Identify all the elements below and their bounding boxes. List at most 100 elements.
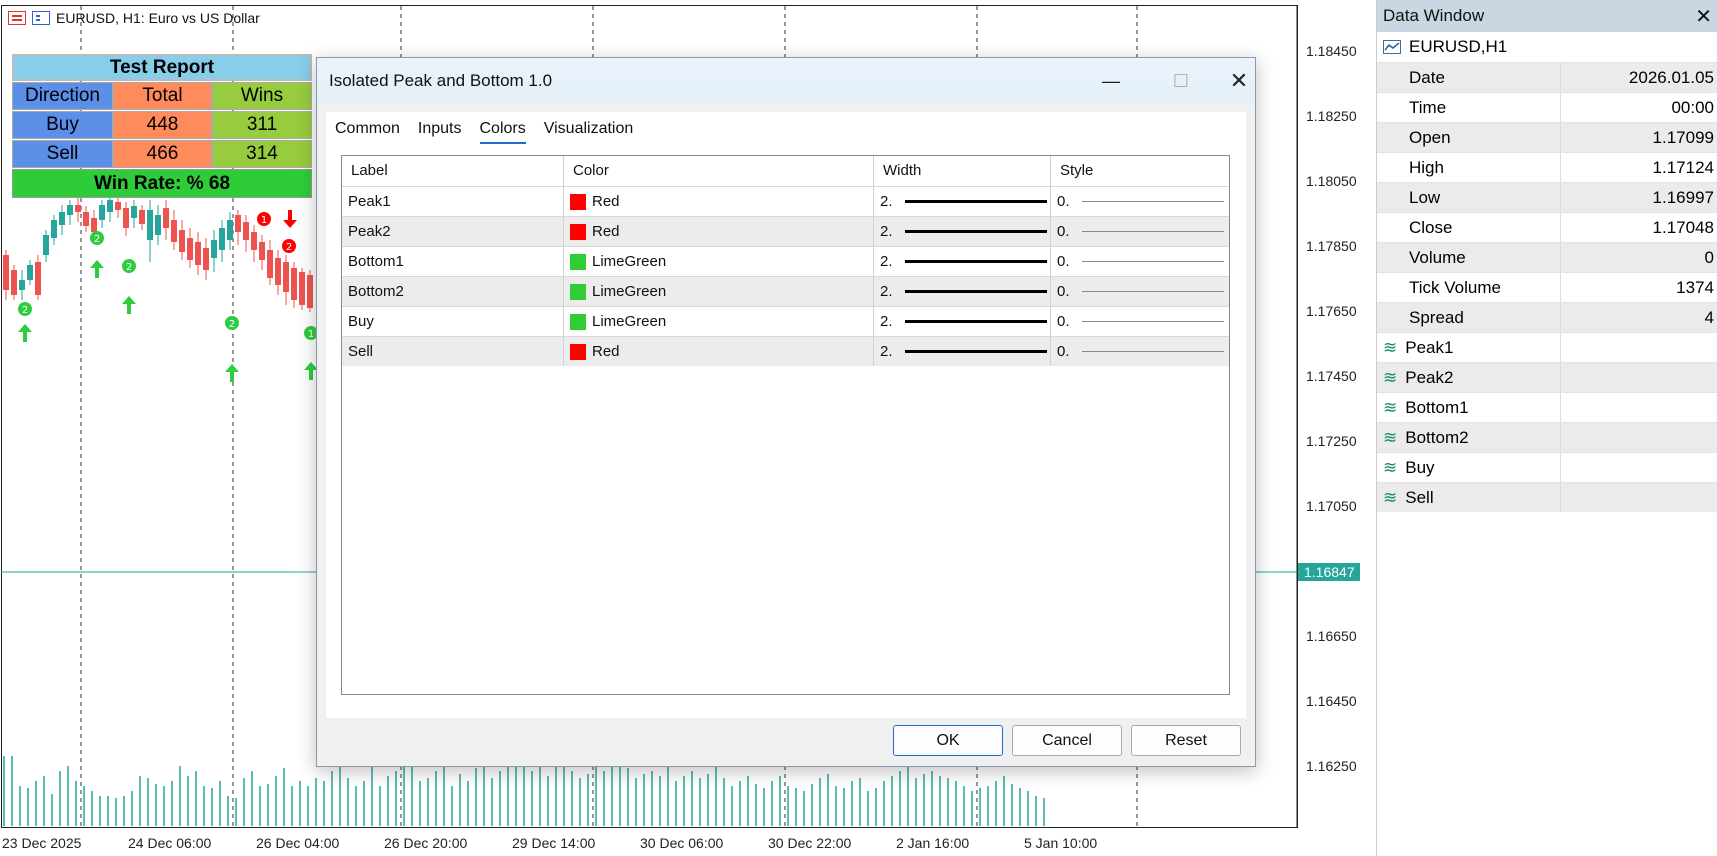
color-picker[interactable]: Red	[564, 337, 874, 366]
maximize-icon: ☐	[1172, 70, 1190, 91]
report-header-total: Total	[113, 82, 212, 110]
dw-value: 1.17124	[1652, 158, 1714, 177]
report-title: Test Report	[12, 54, 312, 81]
marker-label: 1	[308, 329, 314, 340]
data-window-header[interactable]: Data Window ✕	[1377, 0, 1717, 32]
indicator-line-icon: ≋	[1383, 368, 1398, 387]
dw-row-tick-volume: Tick Volume 1374	[1377, 272, 1717, 302]
dw-indicator-row: ≋ Bottom2	[1377, 422, 1717, 452]
style-select[interactable]: 0.	[1051, 277, 1229, 306]
date-tick: 2 Jan 16:00	[896, 835, 970, 851]
dw-row-date: Date 2026.01.05	[1377, 62, 1717, 92]
price-tick: 1.18450	[1306, 43, 1357, 59]
style-select[interactable]: 0.	[1051, 307, 1229, 336]
dw-indicator-name: Peak1	[1405, 338, 1454, 357]
ok-button[interactable]: OK	[893, 725, 1003, 756]
data-window: Data Window ✕ EURUSD,H1 Date 2026.01.05 T…	[1376, 0, 1717, 856]
date-tick: 26 Dec 20:00	[384, 835, 468, 851]
grid-row-sell[interactable]: Sell Red 2. 0.	[342, 336, 1229, 366]
width-value: 2.	[880, 252, 893, 270]
color-swatch	[570, 193, 586, 210]
width-line-preview	[904, 260, 1047, 263]
color-picker[interactable]: LimeGreen	[564, 247, 874, 276]
up-arrow-icon	[18, 324, 32, 342]
dw-key: Time	[1377, 93, 1561, 122]
dw-value: 4	[1704, 308, 1714, 327]
style-select[interactable]: 0.	[1051, 187, 1229, 216]
reset-button[interactable]: Reset	[1131, 725, 1241, 756]
tab-bar: Common Inputs Colors Visualization	[326, 112, 642, 146]
grid-row-peak2[interactable]: Peak2 Red 2. 0.	[342, 216, 1229, 246]
width-line-preview	[904, 200, 1047, 203]
row-label: Bottom2	[342, 277, 564, 306]
report-row-sell: Sell 466 314	[12, 140, 312, 168]
close-button[interactable]: ✕	[1221, 58, 1257, 104]
width-select[interactable]: 2.	[874, 187, 1051, 216]
current-price-tag: 1.16847	[1298, 563, 1360, 581]
style-select[interactable]: 0.	[1051, 217, 1229, 246]
width-select[interactable]: 2.	[874, 307, 1051, 336]
report-row-buy: Buy 448 311	[12, 111, 312, 139]
color-swatch	[570, 343, 586, 360]
style-line-preview	[1081, 351, 1224, 352]
indicator-line-icon: ≋	[1383, 488, 1398, 507]
marker-label: 2	[229, 319, 235, 330]
color-picker[interactable]: Red	[564, 217, 874, 246]
grid-row-bottom1[interactable]: Bottom1 LimeGreen 2. 0.	[342, 246, 1229, 276]
grid-row-bottom2[interactable]: Bottom2 LimeGreen 2. 0.	[342, 276, 1229, 306]
dw-key: Spread	[1377, 303, 1561, 332]
maximize-button[interactable]: ☐	[1151, 58, 1211, 104]
dw-indicator-row: ≋ Peak2	[1377, 362, 1717, 392]
dw-indicator-row: ≋ Buy	[1377, 452, 1717, 482]
width-value: 2.	[880, 282, 893, 300]
style-select[interactable]: 0.	[1051, 337, 1229, 366]
dialog-titlebar[interactable]: Isolated Peak and Bottom 1.0 — ☐ ✕	[317, 58, 1255, 104]
date-tick: 24 Dec 06:00	[128, 835, 212, 851]
column-header-color: Color	[564, 156, 874, 186]
width-select[interactable]: 2.	[874, 247, 1051, 276]
minimize-button[interactable]: —	[1081, 58, 1141, 104]
tab-colors[interactable]: Colors	[471, 112, 535, 146]
color-name: LimeGreen	[592, 312, 667, 330]
style-line-preview	[1081, 201, 1224, 202]
grid-row-peak1[interactable]: Peak1 Red 2. 0.	[342, 186, 1229, 216]
color-picker[interactable]: Red	[564, 187, 874, 216]
grid-row-buy[interactable]: Buy LimeGreen 2. 0.	[342, 306, 1229, 336]
color-name: LimeGreen	[592, 252, 667, 270]
style-line-preview	[1081, 291, 1224, 292]
column-header-width: Width	[874, 156, 1051, 186]
close-icon[interactable]: ✕	[1695, 4, 1712, 29]
tab-visualization[interactable]: Visualization	[535, 112, 643, 146]
color-picker[interactable]: LimeGreen	[564, 307, 874, 336]
tab-inputs[interactable]: Inputs	[409, 112, 471, 146]
report-cell: 311	[212, 111, 312, 139]
dw-indicator-name: Bottom2	[1405, 428, 1469, 447]
color-name: Red	[592, 342, 620, 360]
price-tick: 1.16650	[1306, 628, 1357, 644]
price-tick: 1.18050	[1306, 173, 1357, 189]
dw-indicator-row: ≋ Peak1	[1377, 332, 1717, 362]
width-select[interactable]: 2.	[874, 337, 1051, 366]
dw-indicator-name: Bottom1	[1405, 398, 1469, 417]
marker-label: 2	[94, 234, 100, 245]
price-tick: 1.18250	[1306, 108, 1357, 124]
width-select[interactable]: 2.	[874, 217, 1051, 246]
price-tick: 1.17250	[1306, 433, 1357, 449]
up-arrow-icon	[90, 260, 104, 278]
marker-label: 2	[286, 242, 292, 253]
style-value: 0.	[1057, 222, 1070, 240]
cancel-button[interactable]: Cancel	[1012, 725, 1122, 756]
price-tick: 1.17850	[1306, 238, 1357, 254]
color-picker[interactable]: LimeGreen	[564, 277, 874, 306]
dw-row-volume: Volume 0	[1377, 242, 1717, 272]
buy-marker: 2	[90, 231, 104, 278]
color-swatch	[570, 253, 586, 270]
style-line-preview	[1081, 321, 1224, 322]
date-tick: 30 Dec 06:00	[640, 835, 724, 851]
width-select[interactable]: 2.	[874, 277, 1051, 306]
width-value: 2.	[880, 222, 893, 240]
tab-common[interactable]: Common	[326, 112, 409, 146]
date-tick: 30 Dec 22:00	[768, 835, 852, 851]
style-line-preview	[1081, 261, 1224, 262]
style-select[interactable]: 0.	[1051, 247, 1229, 276]
